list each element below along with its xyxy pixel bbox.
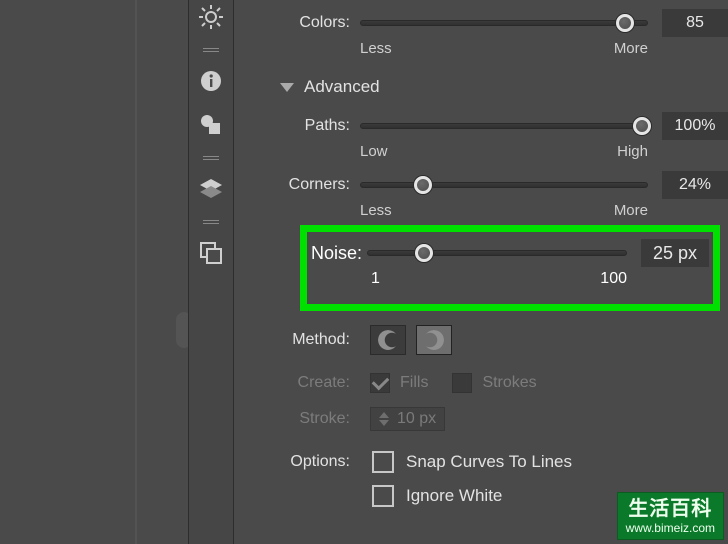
method-overlapping-button[interactable] — [416, 325, 452, 355]
watermark-text-2: www.bimeiz.com — [626, 521, 715, 535]
colors-slider[interactable] — [360, 11, 648, 35]
noise-label: Noise: — [311, 243, 367, 264]
noise-slider[interactable] — [367, 241, 627, 265]
paths-value[interactable]: 100% — [662, 112, 728, 140]
colors-slider-thumb[interactable] — [616, 14, 634, 32]
snap-curves-label: Snap Curves To Lines — [406, 452, 572, 472]
stroke-spinner[interactable]: 10 px — [370, 407, 445, 431]
method-abutting-button[interactable] — [370, 325, 406, 355]
paths-slider-thumb[interactable] — [633, 117, 651, 135]
create-label: Create: — [234, 374, 360, 392]
separator-icon — [203, 48, 219, 52]
corners-value[interactable]: 24% — [662, 171, 728, 199]
colors-min-label: Less — [360, 40, 392, 57]
corners-max-label: More — [614, 202, 648, 219]
method-label: Method: — [234, 331, 360, 349]
artboards-icon[interactable] — [196, 238, 226, 268]
panel-divider — [135, 0, 137, 544]
stroke-value: 10 px — [397, 410, 436, 428]
advanced-label: Advanced — [304, 77, 380, 97]
paths-max-label: High — [617, 143, 648, 160]
tool-icon-column — [188, 0, 234, 544]
paths-min-label: Low — [360, 143, 388, 160]
colors-label: Colors: — [234, 14, 360, 32]
fills-label: Fills — [400, 374, 428, 392]
paths-slider[interactable] — [360, 114, 648, 138]
watermark-text-1: 生活百科 — [626, 497, 715, 521]
triangle-down-icon — [280, 83, 294, 92]
stroke-label: Stroke: — [234, 410, 360, 428]
ignore-white-checkbox[interactable] — [372, 485, 394, 507]
image-trace-panel: Colors: 85 Less More Advanced Paths: 100… — [234, 0, 728, 544]
separator-icon — [203, 156, 219, 160]
corners-min-label: Less — [360, 202, 392, 219]
shapes-icon[interactable] — [196, 110, 226, 140]
strokes-checkbox[interactable] — [452, 373, 472, 393]
noise-max-label: 100 — [600, 270, 627, 288]
noise-slider-thumb[interactable] — [415, 244, 433, 262]
ignore-white-label: Ignore White — [406, 486, 502, 506]
snap-curves-checkbox[interactable] — [372, 451, 394, 473]
corners-slider-thumb[interactable] — [414, 176, 432, 194]
noise-highlight-box: Noise: 25 px 1 100 — [300, 225, 720, 311]
separator-icon — [203, 220, 219, 224]
options-label: Options: — [234, 453, 360, 471]
colors-value[interactable]: 85 — [662, 9, 728, 37]
colors-max-label: More — [614, 40, 648, 57]
watermark: 生活百科 www.bimeiz.com — [617, 492, 724, 540]
layers-icon[interactable] — [196, 174, 226, 204]
noise-min-label: 1 — [371, 270, 380, 288]
corners-label: Corners: — [234, 176, 360, 194]
paths-label: Paths: — [234, 117, 360, 135]
stepper-arrows-icon[interactable] — [379, 412, 389, 426]
corners-slider[interactable] — [360, 173, 648, 197]
sun-icon[interactable] — [196, 2, 226, 32]
info-icon[interactable] — [196, 66, 226, 96]
fills-checkbox[interactable] — [370, 373, 390, 393]
advanced-disclosure[interactable]: Advanced — [280, 77, 728, 97]
strokes-label: Strokes — [482, 374, 536, 392]
noise-value[interactable]: 25 px — [641, 239, 709, 267]
